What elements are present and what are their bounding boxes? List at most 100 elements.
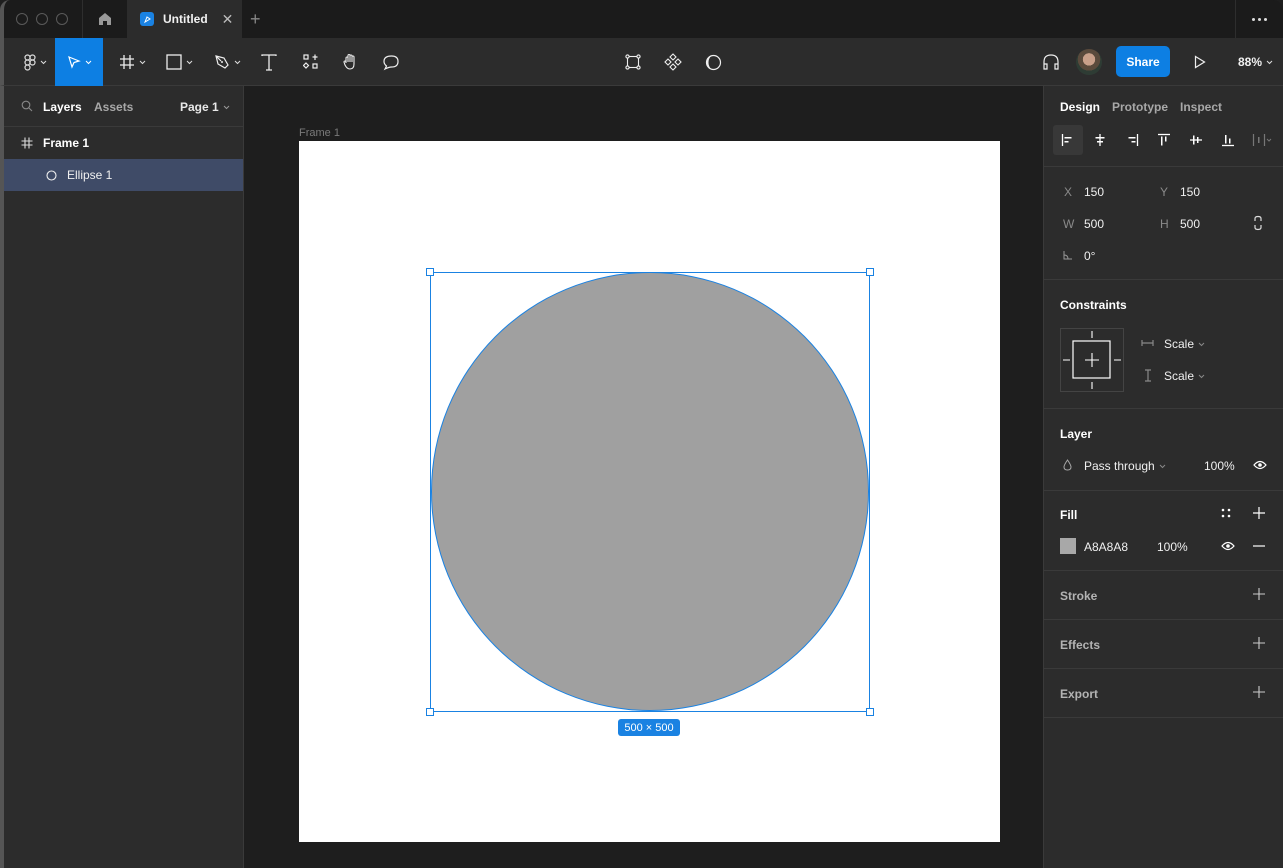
search-icon[interactable]: [21, 100, 33, 112]
align-right-button[interactable]: [1117, 125, 1147, 155]
y-label: Y: [1160, 185, 1169, 199]
shape-tool-button[interactable]: [159, 38, 199, 86]
blend-mode-dropdown[interactable]: Pass through: [1084, 459, 1166, 473]
comment-tool-button[interactable]: [376, 38, 406, 86]
fill-title: Fill: [1060, 508, 1078, 522]
constraints-widget[interactable]: [1060, 328, 1124, 392]
fill-hex-input[interactable]: A8A8A8: [1084, 540, 1128, 554]
home-tab[interactable]: [82, 0, 127, 38]
layer-row-ellipse[interactable]: Ellipse 1: [4, 159, 243, 191]
text-icon: [261, 53, 277, 71]
headphones-icon: [1043, 54, 1059, 70]
pen-tool-button[interactable]: [207, 38, 247, 86]
move-tool-button[interactable]: [55, 38, 103, 86]
align-right-icon: [1128, 134, 1139, 146]
add-stroke-icon[interactable]: [1252, 587, 1266, 601]
edit-object-button[interactable]: [618, 38, 648, 86]
stroke-title: Stroke: [1060, 589, 1098, 603]
present-button[interactable]: [1185, 38, 1215, 86]
vertical-constraint-dropdown[interactable]: Scale: [1164, 369, 1205, 383]
frame-tool-button[interactable]: [112, 38, 152, 86]
fill-opacity-input[interactable]: 100%: [1157, 540, 1188, 554]
divider: [1044, 668, 1283, 669]
align-left-button[interactable]: [1053, 125, 1083, 155]
frame-icon: [21, 137, 33, 149]
height-input[interactable]: 500: [1180, 217, 1200, 231]
text-tool-button[interactable]: [254, 38, 284, 86]
page-selector[interactable]: Page 1: [180, 100, 230, 114]
plus-icon[interactable]: +: [250, 9, 261, 30]
pen-icon: [214, 55, 229, 69]
fill-color-swatch[interactable]: [1060, 538, 1076, 554]
resize-handle-top-left[interactable]: [426, 268, 434, 276]
align-vertical-center-button[interactable]: [1181, 125, 1211, 155]
resize-handle-bottom-left[interactable]: [426, 708, 434, 716]
home-icon: [99, 13, 111, 25]
resize-handle-bottom-right[interactable]: [866, 708, 874, 716]
resize-handle-top-right[interactable]: [866, 268, 874, 276]
mask-button[interactable]: [698, 38, 728, 86]
create-component-button[interactable]: [658, 38, 688, 86]
properties-panel: Design Prototype Inspect X 150 Y 150 W 5…: [1043, 86, 1283, 868]
tab-prototype[interactable]: Prototype: [1112, 100, 1168, 114]
align-horizontal-center-icon: [1095, 134, 1105, 146]
file-tab[interactable]: Untitled ✕: [127, 0, 242, 38]
align-left-icon: [1061, 134, 1072, 146]
audio-button[interactable]: [1036, 38, 1066, 86]
chevron-down-icon: [223, 105, 230, 109]
eye-icon[interactable]: [1253, 460, 1267, 470]
tab-assets[interactable]: Assets: [94, 100, 133, 114]
chevron-down-icon: [1159, 464, 1166, 468]
distribute-button[interactable]: [1245, 125, 1281, 155]
align-vertical-center-icon: [1190, 135, 1202, 145]
layer-opacity-input[interactable]: 100%: [1204, 459, 1235, 473]
avatar[interactable]: [1076, 49, 1102, 75]
layer-name: Frame 1: [43, 136, 90, 150]
y-input[interactable]: 150: [1180, 185, 1200, 199]
styles-icon[interactable]: [1221, 508, 1231, 518]
close-icon[interactable]: ✕: [222, 11, 234, 28]
zoom-level: 88%: [1238, 55, 1263, 69]
resources-tool-button[interactable]: [296, 38, 326, 86]
blend-mode-value: Pass through: [1084, 459, 1155, 473]
width-input[interactable]: 500: [1084, 217, 1104, 231]
divider: [1044, 717, 1283, 718]
add-export-icon[interactable]: [1252, 685, 1266, 699]
rotation-input[interactable]: 0°: [1084, 249, 1095, 263]
resources-icon: [303, 54, 318, 69]
tab-inspect[interactable]: Inspect: [1180, 100, 1222, 114]
eye-icon[interactable]: [1221, 541, 1235, 551]
share-button[interactable]: Share: [1116, 46, 1170, 77]
align-horizontal-center-button[interactable]: [1085, 125, 1115, 155]
more-icon[interactable]: [1235, 0, 1283, 38]
window-minimize-button[interactable]: [36, 13, 48, 25]
chevron-down-icon: [1198, 374, 1205, 378]
frame-label[interactable]: Frame 1: [299, 127, 340, 139]
horizontal-constraint-dropdown[interactable]: Scale: [1164, 337, 1205, 351]
tab-layers[interactable]: Layers: [43, 100, 82, 114]
horizontal-constraint-value: Scale: [1164, 337, 1195, 351]
remove-fill-icon[interactable]: [1252, 539, 1266, 553]
align-top-button[interactable]: [1149, 125, 1179, 155]
chevron-down-icon: [1266, 60, 1273, 64]
zoom-dropdown[interactable]: 88%: [1238, 55, 1273, 69]
main-menu-button[interactable]: [12, 38, 58, 86]
play-icon: [1194, 55, 1206, 69]
size-badge: 500 × 500: [618, 719, 680, 736]
x-input[interactable]: 150: [1084, 185, 1104, 199]
window-close-button[interactable]: [16, 13, 28, 25]
align-bottom-button[interactable]: [1213, 125, 1243, 155]
divider: [1044, 279, 1283, 280]
hand-tool-button[interactable]: [336, 38, 366, 86]
add-effect-icon[interactable]: [1252, 636, 1266, 650]
add-fill-icon[interactable]: [1252, 506, 1266, 520]
constrain-proportions-icon[interactable]: [1253, 215, 1263, 231]
cursor-icon: [67, 55, 81, 69]
component-icon: [664, 53, 682, 71]
page-name: Page 1: [180, 100, 219, 114]
window-maximize-button[interactable]: [56, 13, 68, 25]
layer-row-frame[interactable]: Frame 1: [4, 127, 243, 159]
tab-design[interactable]: Design: [1060, 100, 1100, 114]
w-label: W: [1063, 217, 1075, 231]
effects-title: Effects: [1060, 638, 1101, 652]
